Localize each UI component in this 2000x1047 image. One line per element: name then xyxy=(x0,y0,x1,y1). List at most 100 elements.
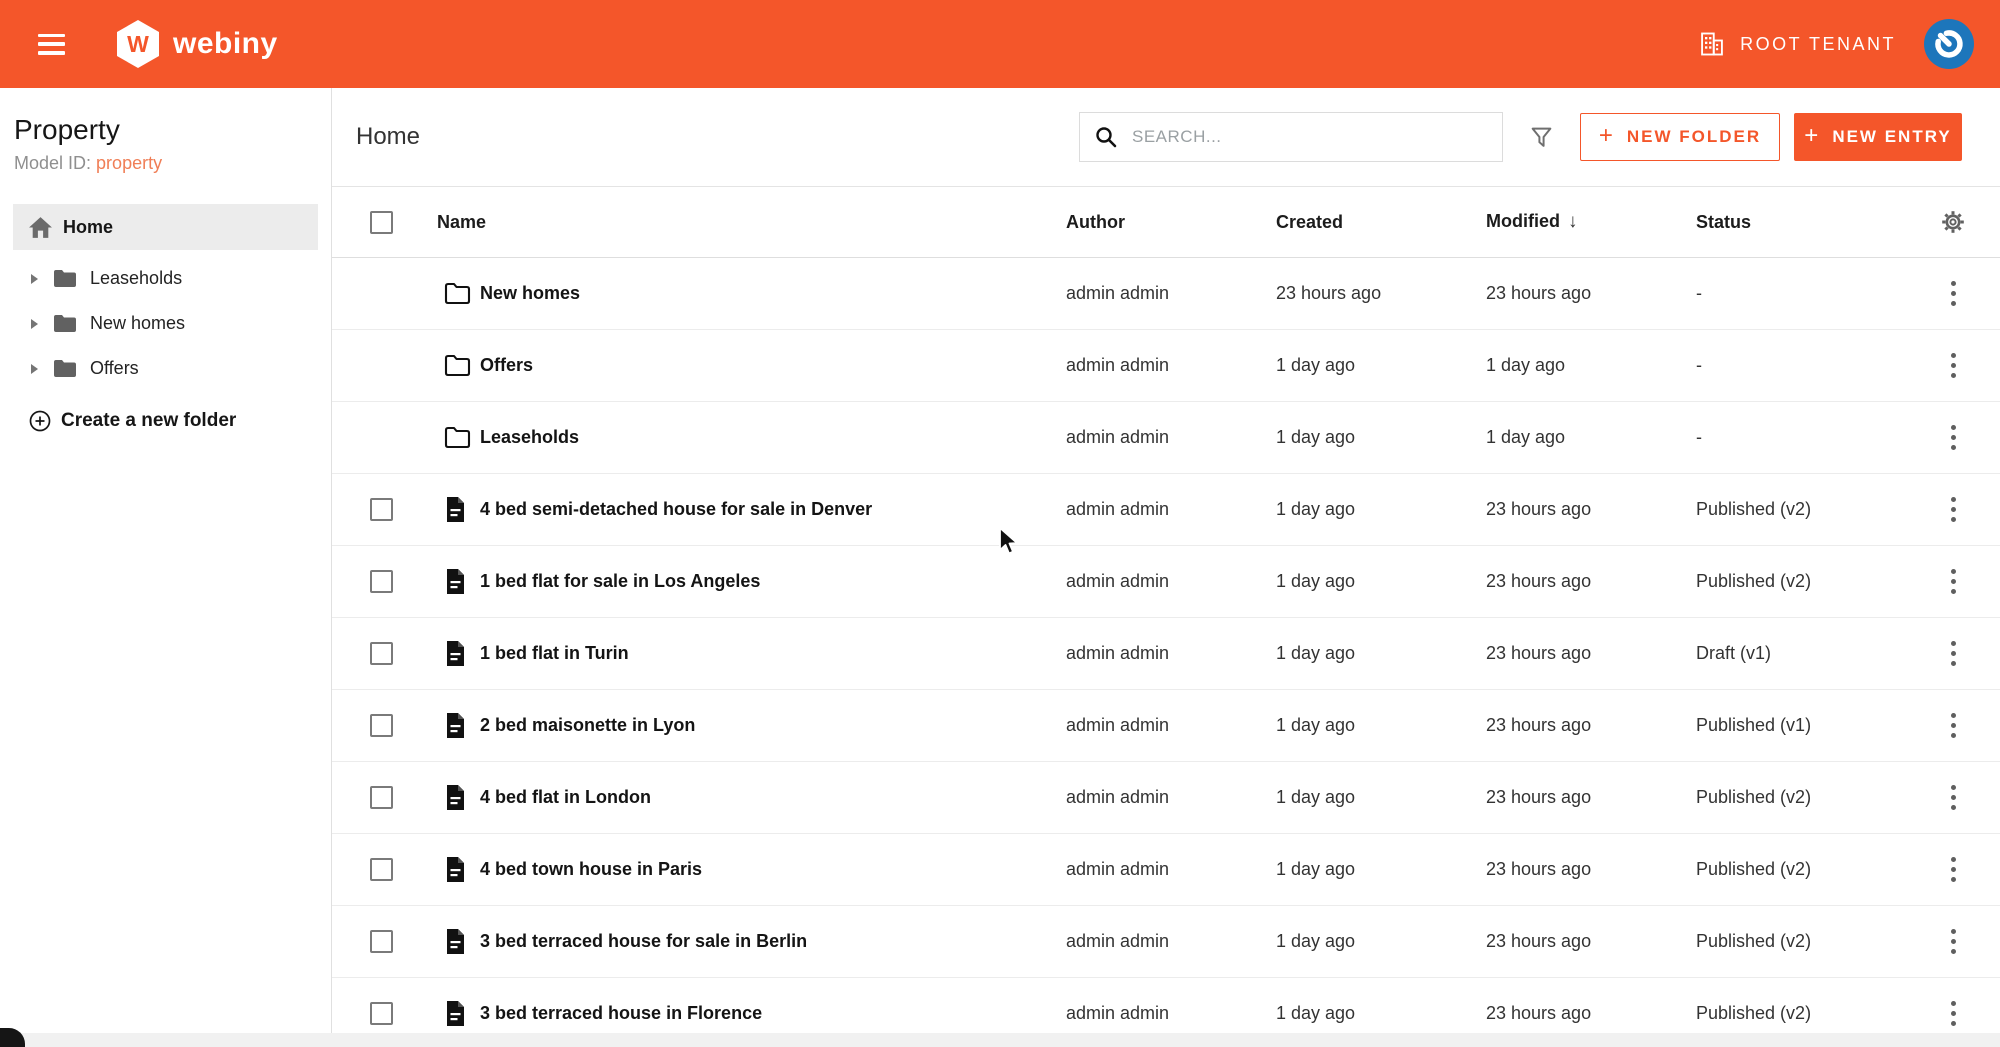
select-all-checkbox[interactable] xyxy=(370,211,393,234)
row-actions-menu-icon[interactable] xyxy=(1941,275,1966,312)
folder-tree: Leaseholds New homes Offers xyxy=(0,256,331,391)
folder-icon xyxy=(444,426,471,449)
row-actions-menu-icon[interactable] xyxy=(1941,419,1966,456)
row-actions-menu-icon[interactable] xyxy=(1941,923,1966,960)
row-name[interactable]: Offers xyxy=(480,355,1066,376)
row-checkbox[interactable] xyxy=(370,786,393,809)
row-actions-menu-icon[interactable] xyxy=(1941,347,1966,384)
svg-text:W: W xyxy=(127,31,149,57)
row-created: 1 day ago xyxy=(1276,355,1486,376)
content-toolbar: Home + NEW FOLDER + NEW ENTRY xyxy=(332,88,2000,187)
table-settings-gear-icon[interactable] xyxy=(1939,208,1967,236)
filter-button[interactable] xyxy=(1529,125,1554,150)
row-checkbox[interactable] xyxy=(370,642,393,665)
folder-icon xyxy=(444,282,471,305)
sidebar-folder-item[interactable]: New homes xyxy=(0,301,331,346)
model-title: Property xyxy=(14,112,317,148)
tenant-selector[interactable]: ROOT TENANT xyxy=(1698,30,1896,58)
search-box xyxy=(1079,112,1503,162)
folder-icon xyxy=(53,269,77,288)
row-actions-menu-icon[interactable] xyxy=(1941,635,1966,672)
sidebar-home-label: Home xyxy=(63,217,113,238)
table-row[interactable]: 1 bed flat in Turin admin admin 1 day ag… xyxy=(332,618,2000,690)
row-name[interactable]: 3 bed terraced house in Florence xyxy=(480,1003,1066,1024)
document-icon xyxy=(444,496,467,523)
user-avatar[interactable] xyxy=(1924,19,1974,69)
gravatar-icon xyxy=(1933,28,1965,60)
table-row[interactable]: 2 bed maisonette in Lyon admin admin 1 d… xyxy=(332,690,2000,762)
row-actions-menu-icon[interactable] xyxy=(1941,779,1966,816)
row-actions-menu-icon[interactable] xyxy=(1941,707,1966,744)
row-name[interactable]: 2 bed maisonette in Lyon xyxy=(480,715,1066,736)
row-author: admin admin xyxy=(1066,571,1276,592)
row-created: 1 day ago xyxy=(1276,787,1486,808)
column-header-status: Status xyxy=(1696,212,1906,233)
top-app-bar: W webiny ROOT TENANT xyxy=(0,0,2000,88)
row-checkbox[interactable] xyxy=(370,714,393,737)
sidebar-folder-item[interactable]: Leaseholds xyxy=(0,256,331,301)
row-name[interactable]: 4 bed flat in London xyxy=(480,787,1066,808)
model-id-value[interactable]: property xyxy=(96,153,162,173)
expand-caret-icon[interactable] xyxy=(31,319,38,329)
document-icon xyxy=(444,640,467,667)
folder-icon xyxy=(444,354,471,377)
row-modified: 1 day ago xyxy=(1486,355,1696,376)
tenant-label: ROOT TENANT xyxy=(1740,34,1896,55)
row-name[interactable]: 3 bed terraced house for sale in Berlin xyxy=(480,931,1066,952)
page-title: Home xyxy=(356,123,420,151)
row-checkbox[interactable] xyxy=(370,930,393,953)
table-row[interactable]: Leaseholds admin admin 1 day ago 1 day a… xyxy=(332,402,2000,474)
row-name[interactable]: 1 bed flat in Turin xyxy=(480,643,1066,664)
table-row[interactable]: 4 bed town house in Paris admin admin 1 … xyxy=(332,834,2000,906)
row-checkbox[interactable] xyxy=(370,1002,393,1025)
table-row[interactable]: 4 bed flat in London admin admin 1 day a… xyxy=(332,762,2000,834)
new-folder-button[interactable]: + NEW FOLDER xyxy=(1580,113,1780,161)
row-author: admin admin xyxy=(1066,715,1276,736)
hamburger-menu-icon[interactable] xyxy=(38,34,65,55)
document-icon xyxy=(444,928,467,955)
row-author: admin admin xyxy=(1066,355,1276,376)
expand-caret-icon[interactable] xyxy=(31,274,38,284)
row-checkbox[interactable] xyxy=(370,858,393,881)
row-author: admin admin xyxy=(1066,931,1276,952)
column-header-name: Name xyxy=(437,212,1066,233)
row-created: 23 hours ago xyxy=(1276,283,1486,304)
table-row[interactable]: Offers admin admin 1 day ago 1 day ago - xyxy=(332,330,2000,402)
row-status: Draft (v1) xyxy=(1696,643,1906,664)
table-row[interactable]: New homes admin admin 23 hours ago 23 ho… xyxy=(332,258,2000,330)
row-actions-menu-icon[interactable] xyxy=(1941,491,1966,528)
row-modified: 23 hours ago xyxy=(1486,283,1696,304)
horizontal-scrollbar-track[interactable] xyxy=(0,1033,2000,1047)
row-actions-menu-icon[interactable] xyxy=(1941,851,1966,888)
row-status: - xyxy=(1696,427,1906,448)
sort-desc-icon: ↓ xyxy=(1568,211,1578,232)
row-name[interactable]: 1 bed flat for sale in Los Angeles xyxy=(480,571,1066,592)
new-entry-button[interactable]: + NEW ENTRY xyxy=(1794,113,1962,161)
row-checkbox[interactable] xyxy=(370,570,393,593)
row-name[interactable]: New homes xyxy=(480,283,1066,304)
row-actions-menu-icon[interactable] xyxy=(1941,563,1966,600)
row-checkbox[interactable] xyxy=(370,498,393,521)
plus-icon: + xyxy=(1599,122,1615,150)
building-icon xyxy=(1698,30,1726,58)
row-actions-menu-icon[interactable] xyxy=(1941,995,1966,1032)
sidebar-item-home[interactable]: Home xyxy=(13,204,318,250)
row-created: 1 day ago xyxy=(1276,499,1486,520)
search-icon xyxy=(1094,125,1118,149)
brand-name: webiny xyxy=(173,27,278,61)
search-input[interactable] xyxy=(1132,127,1488,147)
column-header-modified[interactable]: Modified↓ xyxy=(1486,211,1696,233)
sidebar-folder-item[interactable]: Offers xyxy=(0,346,331,391)
table-row[interactable]: 3 bed terraced house for sale in Berlin … xyxy=(332,906,2000,978)
row-modified: 23 hours ago xyxy=(1486,787,1696,808)
row-name[interactable]: 4 bed semi-detached house for sale in De… xyxy=(480,499,1066,520)
create-folder-button[interactable]: Create a new folder xyxy=(0,409,331,433)
table-row[interactable]: 4 bed semi-detached house for sale in De… xyxy=(332,474,2000,546)
row-author: admin admin xyxy=(1066,643,1276,664)
document-icon xyxy=(444,784,467,811)
row-name[interactable]: 4 bed town house in Paris xyxy=(480,859,1066,880)
row-name[interactable]: Leaseholds xyxy=(480,427,1066,448)
table-row[interactable]: 1 bed flat for sale in Los Angeles admin… xyxy=(332,546,2000,618)
row-status: Published (v2) xyxy=(1696,787,1906,808)
expand-caret-icon[interactable] xyxy=(31,364,38,374)
